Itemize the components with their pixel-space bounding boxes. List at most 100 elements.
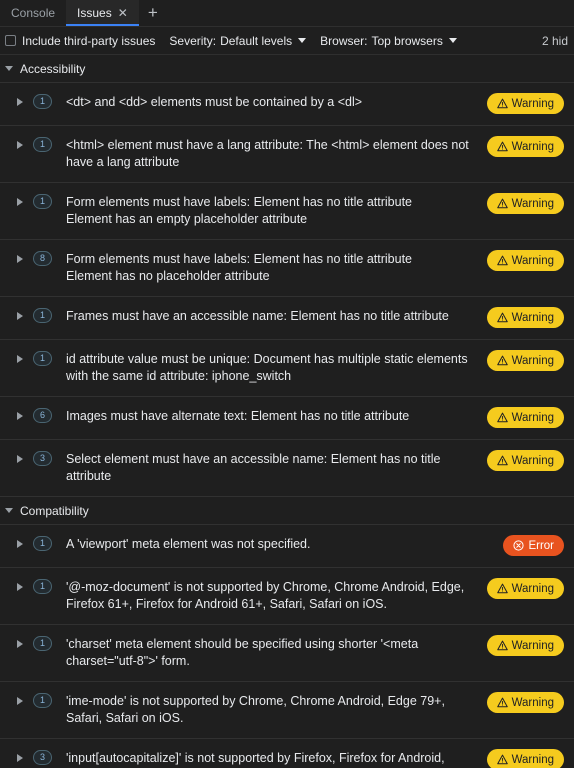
expand-issue-icon[interactable] [17, 583, 23, 591]
severity-badge: Warning [486, 350, 564, 371]
warning-icon [496, 198, 508, 209]
expand-issue-icon[interactable] [17, 141, 23, 149]
severity-badge: Warning [486, 635, 564, 656]
expand-issue-icon[interactable] [17, 754, 23, 762]
issue-description: <html> element must have a lang attribut… [66, 138, 469, 169]
issue-row[interactable]: 1 Frames must have an accessible name: El… [0, 297, 574, 340]
severity-badge: Warning [486, 136, 564, 157]
devtools-tab-bar: Console Issues ✕ + [0, 0, 574, 27]
issue-count-badge: 1 [33, 693, 52, 708]
issue-row[interactable]: 1 'charset' meta element should be specif… [0, 625, 574, 682]
severity-badge: Warning [486, 307, 564, 328]
warning-icon [496, 255, 508, 266]
issue-description: 'ime-mode' is not supported by Chrome, C… [66, 694, 445, 725]
chevron-down-icon [448, 38, 457, 43]
warning-icon [496, 98, 508, 109]
severity-badge: Warning [486, 749, 564, 768]
severity-badge: Warning [486, 407, 564, 428]
severity-badge-label: Warning [511, 97, 554, 110]
chevron-down-icon [298, 38, 307, 43]
issue-row[interactable]: 1 <dt> and <dd> elements must be containe… [0, 83, 574, 126]
issue-description: Form elements must have labels: Element … [66, 195, 412, 226]
issue-description: <dt> and <dd> elements must be contained… [66, 95, 363, 109]
expand-issue-icon[interactable] [17, 540, 23, 548]
include-third-party-checkbox[interactable] [5, 35, 16, 46]
issue-row[interactable]: 1 A 'viewport' meta element was not speci… [0, 525, 574, 568]
expand-issue-icon[interactable] [17, 455, 23, 463]
issue-row[interactable]: 1 'ime-mode' is not supported by Chrome, … [0, 682, 574, 739]
expand-issue-icon[interactable] [17, 98, 23, 106]
severity-badge-label: Warning [511, 582, 554, 595]
issue-row[interactable]: 1 <html> element must have a lang attribu… [0, 126, 574, 183]
issue-description: 'charset' meta element should be specifi… [66, 637, 419, 668]
severity-badge-label: Warning [511, 753, 554, 766]
issues-filter-toolbar: Include third-party issues Severity: Def… [0, 27, 574, 55]
expand-issue-icon[interactable] [17, 640, 23, 648]
severity-badge: Warning [486, 93, 564, 114]
issue-count-badge: 1 [33, 536, 52, 551]
severity-badge-label: Warning [511, 254, 554, 267]
expand-issue-icon[interactable] [17, 198, 23, 206]
severity-badge: Warning [486, 578, 564, 599]
warning-icon [496, 141, 508, 152]
expand-issue-icon[interactable] [17, 412, 23, 420]
warning-icon [496, 355, 508, 366]
tab-console[interactable]: Console [0, 0, 66, 26]
issue-count-badge: 3 [33, 451, 52, 466]
severity-badge: Warning [486, 450, 564, 471]
expand-issue-icon[interactable] [17, 312, 23, 320]
tab-issues[interactable]: Issues ✕ [66, 0, 139, 26]
issue-count-badge: 1 [33, 308, 52, 323]
severity-badge-label: Warning [511, 140, 554, 153]
warning-icon [496, 455, 508, 466]
chevron-down-icon [5, 66, 13, 71]
expand-issue-icon[interactable] [17, 355, 23, 363]
severity-badge-label: Warning [511, 354, 554, 367]
browser-filter-dropdown[interactable]: Browser: Top browsers [320, 34, 457, 48]
close-icon[interactable]: ✕ [118, 7, 128, 19]
issue-row[interactable]: 1 id attribute value must be unique: Docu… [0, 340, 574, 397]
issue-group-header-accessibility[interactable]: Accessibility [0, 55, 574, 83]
issue-row[interactable]: 3 'input[autocapitalize]' is not supporte… [0, 739, 574, 768]
severity-badge-label: Warning [511, 454, 554, 467]
severity-badge-label: Error [528, 539, 554, 552]
warning-icon [496, 412, 508, 423]
issues-list[interactable]: Accessibility 1 <dt> and <dd> elements mus… [0, 55, 574, 768]
severity-filter-key: Severity: [169, 33, 217, 48]
issue-count-badge: 8 [33, 251, 52, 266]
issue-count-badge: 1 [33, 94, 52, 109]
issue-row[interactable]: 8 Form elements must have labels: Element… [0, 240, 574, 297]
issue-count-badge: 1 [33, 636, 52, 651]
issue-count-badge: 1 [33, 194, 52, 209]
issue-row[interactable]: 1 Form elements must have labels: Element… [0, 183, 574, 240]
issue-row[interactable]: 1 '@-moz-document' is not supported by Ch… [0, 568, 574, 625]
issue-row[interactable]: 6 Images must have alternate text: Elemen… [0, 397, 574, 440]
error-icon [513, 540, 525, 551]
expand-issue-icon[interactable] [17, 697, 23, 705]
severity-filter-dropdown[interactable]: Severity: Default levels [169, 33, 307, 48]
severity-badge-label: Warning [511, 639, 554, 652]
issue-description: '@-moz-document' is not supported by Chr… [66, 580, 465, 611]
warning-icon [496, 640, 508, 651]
issue-description: Form elements must have labels: Element … [66, 252, 412, 283]
severity-badge: Warning [486, 250, 564, 271]
issue-description: 'input[autocapitalize]' is not supported… [66, 751, 445, 765]
add-tab-icon[interactable]: + [139, 0, 167, 26]
warning-icon [496, 583, 508, 594]
issue-count-badge: 1 [33, 579, 52, 594]
hidden-issues-count[interactable]: 2 hid [542, 34, 568, 48]
warning-icon [496, 754, 508, 765]
issue-description: Images must have alternate text: Element… [66, 409, 410, 423]
include-third-party-label[interactable]: Include third-party issues [22, 34, 155, 48]
issue-description: Frames must have an accessible name: Ele… [66, 309, 449, 323]
issue-group-header-compatibility[interactable]: Compatibility [0, 497, 574, 525]
severity-badge-label: Warning [511, 696, 554, 709]
severity-filter-value: Default levels [220, 33, 293, 48]
browser-filter-value: Top browsers [371, 33, 443, 48]
expand-issue-icon[interactable] [17, 255, 23, 263]
severity-badge-label: Warning [511, 411, 554, 424]
issue-row[interactable]: 3 Select element must have an accessible … [0, 440, 574, 497]
severity-badge: Error [503, 535, 564, 556]
severity-badge-label: Warning [511, 311, 554, 324]
severity-badge: Warning [486, 193, 564, 214]
